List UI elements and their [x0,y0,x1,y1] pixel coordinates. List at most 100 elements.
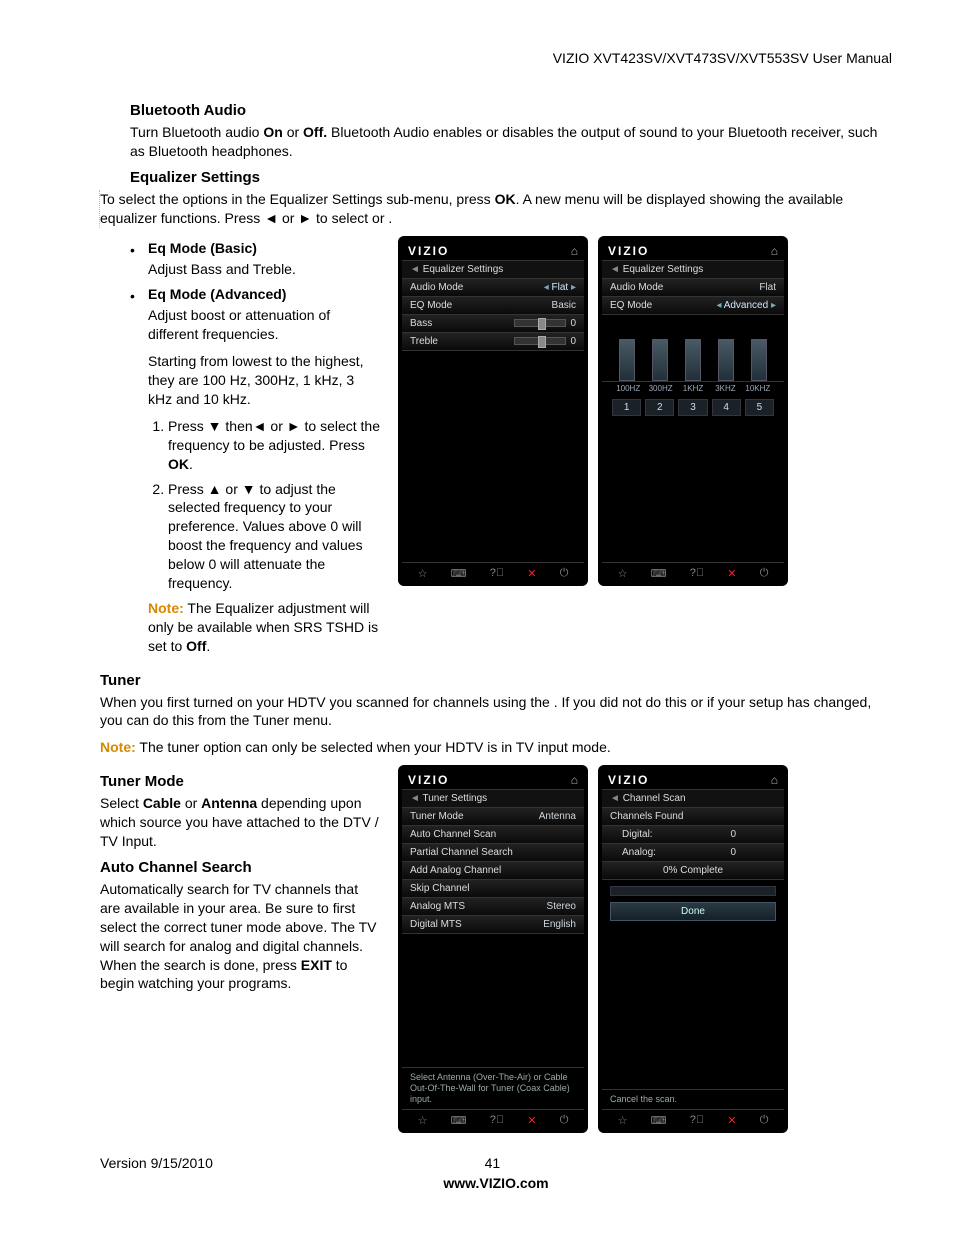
osd-value: Flat [544,282,576,293]
t-cable: Cable [143,795,181,811]
keyboard-icon: ⌨ [651,567,667,580]
bullet-basic: •Eq Mode (Basic) Adjust Bass and Treble. [130,240,380,279]
t: 1KHZ [677,384,709,393]
star-icon: ☆ [418,567,428,580]
osd-logo: VIZIO [408,773,449,787]
power-icon: ⏻ [760,1114,769,1127]
t-antenna: Antenna [201,795,257,811]
t: 4 [712,399,741,416]
done-button: Done [610,902,776,921]
eq-step1: Press ▼ then◄ or ► to select the frequen… [168,417,380,474]
t: The tuner option can only be selected wh… [136,739,611,755]
star-icon: ☆ [618,567,628,580]
t-off: Off [186,638,206,654]
footer: Version 9/15/2010 41 [100,1155,892,1171]
osd-label: Analog: [622,847,656,858]
eq-two-col: •Eq Mode (Basic) Adjust Bass and Treble.… [100,236,892,664]
keyboard-icon: ⌨ [651,1114,667,1127]
osd-label: Digital MTS [410,919,462,930]
t: 1 [612,399,641,416]
power-icon: ⏻ [760,567,769,580]
close-icon: ✕ [727,1114,736,1127]
t: Turn Bluetooth audio [130,124,263,140]
t: 5 [745,399,774,416]
t: 300HZ [644,384,676,393]
osd-value: 0 [570,318,576,329]
p-auto-search: Automatically search for TV channels tha… [100,880,380,993]
osd-value: 0 [730,847,736,858]
t: Press ▼ then◄ or ► to select the frequen… [168,418,380,453]
osd-value: Flat [759,282,776,293]
eq-note: Note: The Equalizer adjustment will only… [148,599,380,656]
eq-nums: 12345 [602,393,784,422]
osd-title: Equalizer Settings [402,260,584,279]
osd-label: Tuner Mode [410,811,464,822]
osd-label: Auto Channel Scan [410,829,496,840]
osd-value: English [543,919,576,930]
progress-bar [610,886,776,896]
home-icon: ⌂ [771,244,778,258]
p-tuner: When you first turned on your HDTV you s… [100,693,892,731]
tuner-screenshots: VIZIO⌂ Tuner Settings Tuner ModeAntenna … [398,765,892,1133]
osd-label: Analog MTS [410,901,465,912]
keyboard-icon: ⌨ [451,1114,467,1127]
t-off: Off. [303,124,327,140]
osd-label: Digital: [622,829,653,840]
power-icon: ⏻ [560,1114,569,1127]
eq-basic-h: Eq Mode (Basic) [148,240,257,256]
star-icon: ☆ [618,1114,628,1127]
help-icon: ?⃝ [490,1114,504,1127]
page: VIZIO XVT423SV/XVT473SV/XVT553SV User Ma… [0,0,954,1231]
osd-title: Tuner Settings [402,789,584,808]
osd-label: Partial Channel Search [410,847,513,858]
t-on: On [263,124,282,140]
p-bluetooth: Turn Bluetooth audio On or Off. Bluetoot… [130,123,892,161]
tuner-textcol: Tuner Mode Select Cable or Antenna depen… [100,765,380,1001]
eq-basic-p: Adjust Bass and Treble. [148,260,380,279]
t: To select the options in the Equalizer S… [100,191,495,207]
eq-adv-h: Eq Mode (Advanced) [148,286,286,302]
osd-label: Skip Channel [410,883,469,894]
osd-label: EQ Mode [610,300,652,311]
osd-value: Stereo [547,901,576,912]
t: . [206,638,210,654]
heading-tuner-mode: Tuner Mode [100,773,380,790]
bullet-icon: • [130,240,148,258]
osd-label: Bass [410,318,432,329]
eq-adv-p1: Adjust boost or attenuation of different… [148,306,380,344]
heading-equalizer: Equalizer Settings [130,169,892,186]
t: Select [100,795,143,811]
eq-screenshots: VIZIO⌂ Equalizer Settings Audio ModeFlat… [398,236,892,586]
osd-slider: 0 [514,336,576,347]
power-icon: ⏻ [560,567,569,580]
osd-tuner-settings: VIZIO⌂ Tuner Settings Tuner ModeAntenna … [398,765,588,1133]
t-ok: OK [495,191,516,207]
heading-bluetooth: Bluetooth Audio [130,102,892,119]
tuner-two-col: Tuner Mode Select Cable or Antenna depen… [100,765,892,1133]
heading-tuner: Tuner [100,672,892,689]
osd-channel-scan: VIZIO⌂ Channel Scan Channels Found Digit… [598,765,788,1133]
close-icon: ✕ [527,567,536,580]
t: 3 [678,399,707,416]
osd-tip: Cancel the scan. [602,1089,784,1109]
note-label: Note: [100,739,136,755]
osd-footer: ☆ ⌨ ?⃝ ✕ ⏻ [602,1109,784,1127]
t: . [189,456,193,472]
t: 3KHZ [709,384,741,393]
t: 2 [645,399,674,416]
bullet-advanced: •Eq Mode (Advanced) Adjust boost or atte… [130,286,380,655]
osd-label: Add Analog Channel [410,865,501,876]
osd-label: EQ Mode [410,300,452,311]
doc-header: VIZIO XVT423SV/XVT473SV/XVT553SV User Ma… [100,50,892,66]
osd-tip: Select Antenna (Over-The-Air) or Cable O… [402,1067,584,1110]
p-tuner-mode: Select Cable or Antenna depending upon w… [100,794,380,851]
home-icon: ⌂ [771,773,778,787]
osd-value: Antenna [539,811,576,822]
osd-value: 0 [730,829,736,840]
help-icon: ?⃝ [690,1114,704,1127]
t-ok: OK [168,456,189,472]
help-icon: ?⃝ [490,567,504,580]
eq-graph [602,315,784,382]
p-tuner-note: Note: The tuner option can only be selec… [100,738,892,757]
osd-logo: VIZIO [608,244,649,258]
